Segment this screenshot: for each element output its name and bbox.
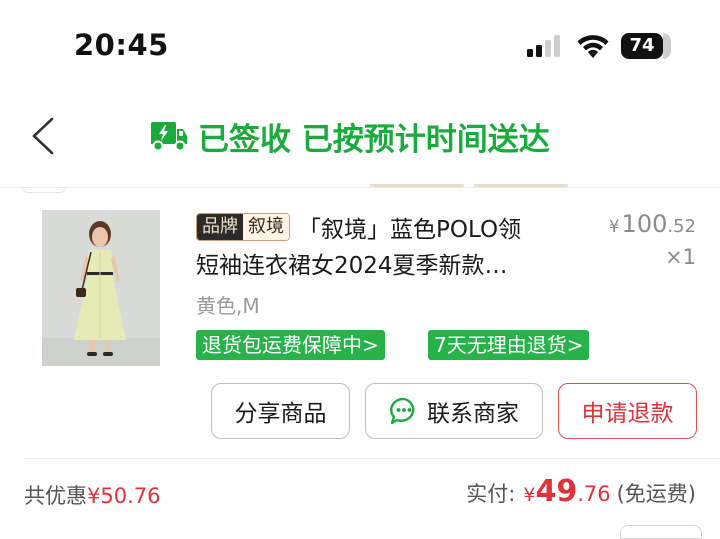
request-refund-button[interactable]: 申请退款 <box>558 383 697 439</box>
paid-currency: ¥ <box>523 484 536 506</box>
price-decimal: .52 <box>667 216 696 237</box>
brand-badge-value: 叙境 <box>243 214 289 240</box>
share-product-button[interactable]: 分享商品 <box>211 383 350 439</box>
brand-badge: 品牌 叙境 <box>196 213 290 241</box>
delivery-status: 已签收 已按预计时间送达 <box>150 114 550 158</box>
next-button-edge <box>620 525 702 539</box>
contact-seller-label: 联系商家 <box>427 401 519 427</box>
contact-seller-button[interactable]: 联系商家 <box>365 383 543 439</box>
status-time: 20:45 <box>74 28 169 62</box>
scrolled-content-edge <box>22 186 66 193</box>
paid-decimal: .76 <box>577 482 611 506</box>
battery-icon: 74 <box>621 33 671 59</box>
price-integer: 100 <box>621 210 668 238</box>
discount-amount: ¥50.76 <box>87 484 161 508</box>
wifi-icon <box>577 35 609 58</box>
scrolled-content-edge <box>370 184 464 187</box>
product-quantity: ×1 <box>665 245 696 269</box>
return-shipping-insurance-tag[interactable]: 退货包运费保障中> <box>196 330 385 360</box>
chat-icon <box>390 397 415 425</box>
totals-divider <box>24 458 720 459</box>
product-title-line1[interactable]: 品牌 叙境 「叙境」蓝色POLO领 <box>196 211 521 243</box>
product-title-line2[interactable]: 短袖连衣裙女2024夏季新款… <box>196 250 508 282</box>
product-price: ¥100.52 <box>609 210 696 238</box>
header-divider <box>0 187 720 188</box>
product-title-text: 「叙境」蓝色POLO领 <box>298 217 522 243</box>
scrolled-content-edge <box>474 184 568 187</box>
brand-badge-key: 品牌 <box>197 214 243 240</box>
cellular-signal-icon <box>527 35 560 57</box>
seven-day-return-tag[interactable]: 7天无理由退货> <box>428 330 590 360</box>
battery-level: 74 <box>629 35 655 56</box>
back-chevron-icon[interactable] <box>28 116 60 156</box>
paid-integer: 49 <box>535 474 578 509</box>
delivery-status-text: 已签收 已按预计时间送达 <box>198 121 550 158</box>
amount-paid: 实付: ¥ 49 .76 (免运费) <box>466 474 696 509</box>
paid-label: 实付: <box>466 482 516 506</box>
product-thumbnail[interactable] <box>42 210 160 366</box>
delivery-truck-icon <box>151 122 187 152</box>
price-currency: ¥ <box>608 217 620 237</box>
product-spec: 黄色,M <box>196 294 260 318</box>
total-discount: 共优惠¥50.76 <box>24 480 160 510</box>
shipping-note: (免运费) <box>616 482 696 506</box>
discount-label: 共优惠 <box>24 484 87 508</box>
